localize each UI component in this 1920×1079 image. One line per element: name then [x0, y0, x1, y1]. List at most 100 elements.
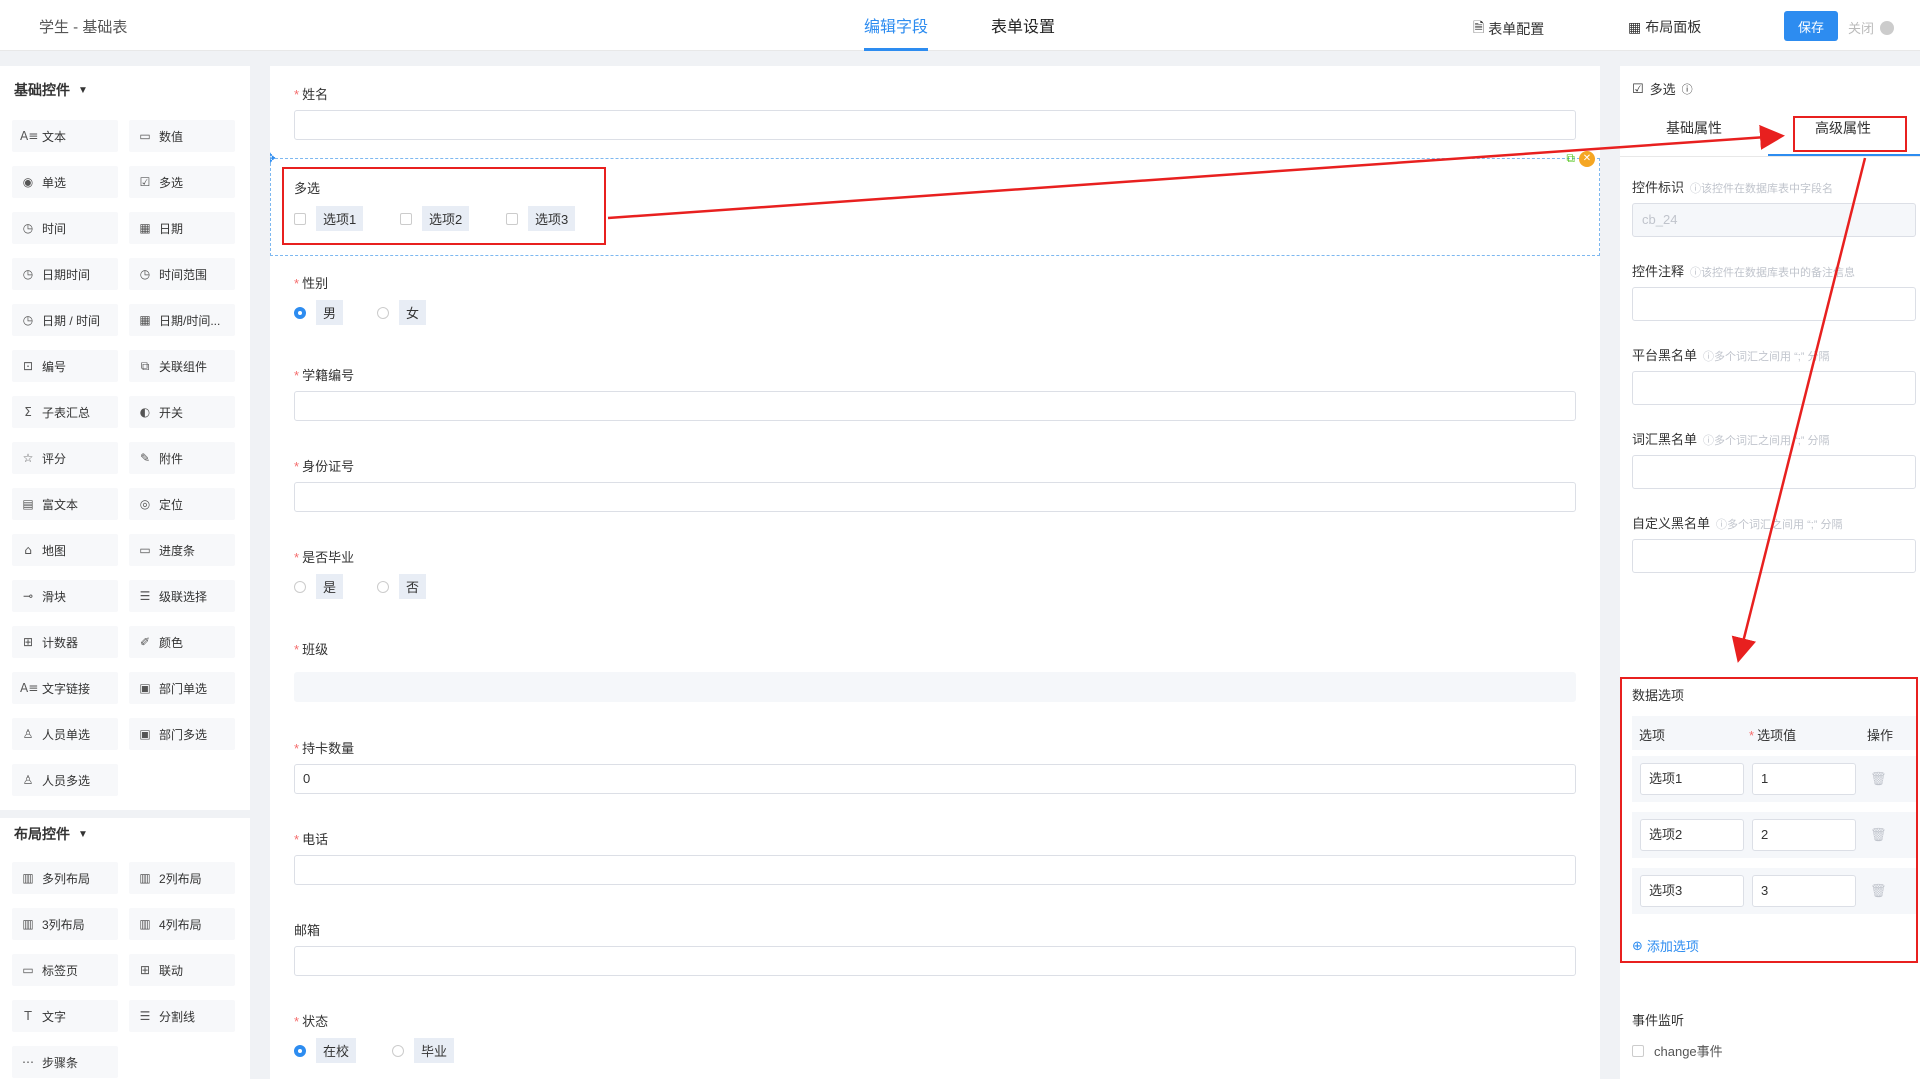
widget-cascade[interactable]: ☰ 级联选择: [129, 580, 235, 612]
widget-label: 部门多选: [159, 727, 208, 742]
widget-richtext[interactable]: ▤ 富文本: [12, 488, 118, 520]
widget-label: 单选: [42, 175, 67, 190]
info-icon: ⓘ: [1681, 83, 1693, 96]
clock-icon: ◷: [139, 267, 151, 281]
widget-tabs[interactable]: ▭ 标签页: [12, 954, 118, 986]
radio-option-enrolled[interactable]: 在校: [294, 1038, 357, 1063]
change-event-checkbox[interactable]: change事件: [1632, 1041, 1723, 1060]
field-label-email: 邮箱: [294, 923, 321, 938]
widget-switch[interactable]: ◐ 开关: [129, 396, 235, 428]
email-input[interactable]: [294, 946, 1576, 976]
platform-blacklist-input[interactable]: [1632, 371, 1916, 405]
widget-calendar[interactable]: ▦ 日期: [129, 212, 235, 244]
widget-clock[interactable]: ◷ 时间范围: [129, 258, 235, 290]
tabs-border: [1620, 156, 1920, 157]
widget-columns[interactable]: ▥ 2列布局: [129, 862, 235, 894]
id-number-input[interactable]: [294, 482, 1576, 512]
radio-checked-icon: [294, 306, 306, 319]
widget-label: 4列布局: [159, 917, 202, 932]
layout-widgets-title[interactable]: 布局控件 ▼: [14, 824, 88, 844]
radio-option-female[interactable]: 女: [377, 300, 427, 325]
caret-down-icon: ▼: [78, 84, 88, 96]
widget-clock[interactable]: ◷ 时间: [12, 212, 118, 244]
widget-label: 评分: [42, 451, 67, 466]
widget-label: 日期/时间...: [159, 313, 221, 328]
card-count-input[interactable]: 0: [294, 764, 1576, 794]
widget-label: 日期 / 时间: [42, 313, 101, 328]
sigma-icon: Σ: [24, 405, 32, 419]
widget-columns[interactable]: ▥ 多列布局: [12, 862, 118, 894]
widget-progress[interactable]: ▭ 进度条: [129, 534, 235, 566]
tab-form-settings[interactable]: 表单设置: [991, 13, 1055, 51]
widget-map[interactable]: ⌂ 地图: [12, 534, 118, 566]
widget-text-link[interactable]: A≡ 文字链接: [12, 672, 118, 704]
radio-option-yes[interactable]: 是: [294, 574, 344, 599]
widget-columns[interactable]: ▥ 3列布局: [12, 908, 118, 940]
radio-icon: [377, 306, 389, 319]
widget-color-picker[interactable]: ✐ 颜色: [129, 626, 235, 658]
save-button[interactable]: 保存: [1784, 11, 1838, 41]
widget-serial[interactable]: ⊡ 编号: [12, 350, 118, 382]
class-input[interactable]: [294, 672, 1576, 702]
radio-icon: ◉: [22, 175, 34, 189]
widget-grid[interactable]: ⊞ 联动: [129, 954, 235, 986]
comment-input[interactable]: [1632, 287, 1916, 321]
radio-option-male[interactable]: 男: [294, 300, 344, 325]
close-toggle[interactable]: 关闭: [1848, 18, 1895, 37]
widget-department[interactable]: ▣ 部门多选: [129, 718, 235, 750]
widget-paperclip[interactable]: ✎ 附件: [129, 442, 235, 474]
properties-panel: ☑ 多选 ⓘ 基础属性 高级属性 控件标识 ⓘ该控件在数据库表中字段名 cb_24…: [1620, 66, 1920, 1079]
widget-calendar[interactable]: ▦ 日期/时间...: [129, 304, 235, 336]
counter-icon: ⊞: [22, 635, 34, 649]
widget-label: 文字链接: [42, 681, 91, 696]
widget-location[interactable]: ◎ 定位: [129, 488, 235, 520]
move-icon[interactable]: ✥: [270, 150, 276, 167]
text-icon: A≡: [20, 129, 39, 143]
widget-checkbox[interactable]: ☑ 多选: [129, 166, 235, 198]
layout-panel-button[interactable]: ▦ 布局面板: [1628, 17, 1701, 37]
widget-divider[interactable]: ☰ 分割线: [129, 1000, 235, 1032]
tab-edit-fields[interactable]: 编辑字段: [864, 13, 929, 51]
widget-label: 多选: [159, 175, 184, 190]
cascade-icon: ☰: [139, 589, 151, 603]
field-id-input[interactable]: cb_24: [1632, 203, 1916, 237]
columns-icon: ▥: [139, 917, 151, 931]
location-icon: ◎: [139, 497, 151, 511]
widget-radio[interactable]: ◉ 单选: [12, 166, 118, 198]
widget-clock[interactable]: ◷ 日期 / 时间: [12, 304, 118, 336]
widget-text-t[interactable]: T 文字: [12, 1000, 118, 1032]
student-no-input[interactable]: [294, 391, 1576, 421]
radio-option-no[interactable]: 否: [377, 574, 427, 599]
radio-option-graduated[interactable]: 毕业: [392, 1038, 455, 1063]
tab-basic-props[interactable]: 基础属性: [1666, 118, 1722, 138]
word-blacklist-label: 词汇黑名单 ⓘ多个词汇之间用 “;” 分隔: [1632, 432, 1830, 447]
widget-slider[interactable]: ⊸ 滑块: [12, 580, 118, 612]
phone-input[interactable]: [294, 855, 1576, 885]
widget-steps[interactable]: ⋯ 步骤条: [12, 1046, 118, 1078]
widget-department[interactable]: ▣ 部门单选: [129, 672, 235, 704]
custom-blacklist-input[interactable]: [1632, 539, 1916, 573]
slider-icon: ⊸: [22, 589, 34, 603]
widget-users[interactable]: ♙ 人员多选: [12, 764, 118, 796]
widget-counter[interactable]: ⊞ 计数器: [12, 626, 118, 658]
word-blacklist-input[interactable]: [1632, 455, 1916, 489]
widget-star[interactable]: ☆ 评分: [12, 442, 118, 474]
widget-link[interactable]: ⧉ 关联组件: [129, 350, 235, 382]
widget-user[interactable]: ♙ 人员单选: [12, 718, 118, 750]
widget-number[interactable]: ▭ 数值: [129, 120, 235, 152]
widget-label: 滑块: [42, 589, 67, 604]
field-label-gender: * 性别: [294, 276, 329, 291]
delete-icon[interactable]: ✕: [1579, 151, 1595, 167]
widget-clock[interactable]: ◷ 日期时间: [12, 258, 118, 290]
name-input[interactable]: [294, 110, 1576, 140]
widget-label: 人员多选: [42, 773, 91, 788]
widget-text[interactable]: A≡ 文本: [12, 120, 118, 152]
copy-icon[interactable]: ⧉: [1566, 151, 1575, 166]
field-label-student-no: * 学籍编号: [294, 368, 355, 383]
widget-sigma[interactable]: Σ 子表汇总: [12, 396, 118, 428]
form-config-button[interactable]: 🗎 表单配置: [1473, 17, 1544, 41]
widget-columns[interactable]: ▥ 4列布局: [129, 908, 235, 940]
radio-icon: [294, 580, 306, 593]
basic-widgets-title[interactable]: 基础控件 ▼: [14, 80, 88, 100]
field-label-class: * 班级: [294, 642, 329, 657]
